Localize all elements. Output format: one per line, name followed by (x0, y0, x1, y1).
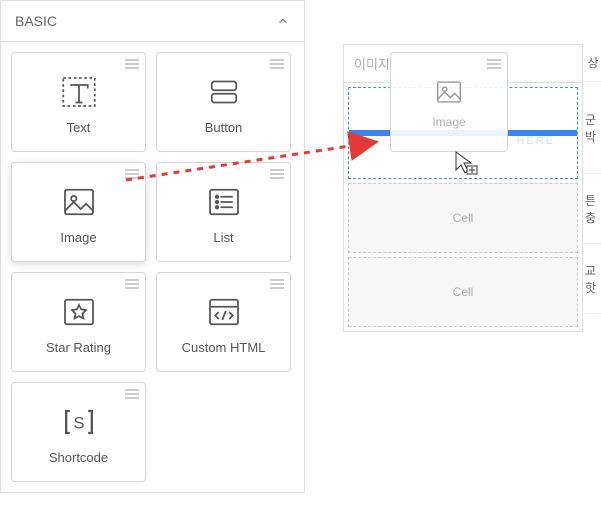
grip-icon (125, 389, 139, 399)
code-icon (203, 290, 245, 334)
empty-cell[interactable]: Cell (348, 183, 578, 253)
widget-label: Star Rating (46, 340, 111, 355)
widget-label: Custom HTML (182, 340, 266, 355)
side-label: 교핫 (585, 244, 601, 314)
widget-image[interactable]: Image (11, 162, 146, 262)
star-icon (58, 290, 100, 334)
svg-text:S: S (73, 414, 84, 432)
cell-label: Cell (453, 211, 474, 225)
grip-icon (125, 169, 139, 179)
panel-body: Text Button Image (1, 42, 304, 492)
side-label: 상 (585, 44, 601, 82)
chevron-up-icon (276, 14, 290, 28)
drop-hint-text: HERE (516, 135, 555, 147)
grip-icon (125, 59, 139, 69)
widget-text[interactable]: Text (11, 52, 146, 152)
widget-button[interactable]: Button (156, 52, 291, 152)
widget-label: Button (205, 120, 243, 135)
widget-shortcode[interactable]: S Shortcode (11, 382, 146, 482)
widget-star-rating[interactable]: Star Rating (11, 272, 146, 372)
grip-icon (270, 279, 284, 289)
button-icon (203, 70, 245, 114)
side-column: 상 군박 튼충 교핫 (585, 44, 601, 314)
widget-label: Image (60, 230, 96, 245)
ghost-label: Image (432, 115, 465, 129)
text-icon (58, 70, 100, 114)
panel-header[interactable]: BASIC (1, 1, 304, 42)
side-label: 튼충 (585, 174, 601, 244)
grip-icon (270, 59, 284, 69)
empty-cell[interactable]: Cell (348, 257, 578, 327)
grip-icon (125, 279, 139, 289)
image-icon (430, 75, 468, 109)
widget-label: Shortcode (49, 450, 108, 465)
shortcode-icon: S (56, 400, 102, 444)
widget-label: List (213, 230, 233, 245)
grip-icon (270, 169, 284, 179)
widget-custom-html[interactable]: Custom HTML (156, 272, 291, 372)
widget-label: Text (67, 120, 91, 135)
grip-icon (487, 59, 501, 69)
panel-title: BASIC (15, 13, 57, 29)
side-label: 군박 (585, 82, 601, 174)
cell-label: Cell (453, 285, 474, 299)
widget-panel: BASIC Text Button (0, 0, 305, 493)
list-icon (203, 180, 245, 224)
canvas-header-label: 이미지 (354, 54, 390, 73)
image-icon (58, 180, 100, 224)
widget-list[interactable]: List (156, 162, 291, 262)
drag-ghost: Image (390, 52, 508, 152)
